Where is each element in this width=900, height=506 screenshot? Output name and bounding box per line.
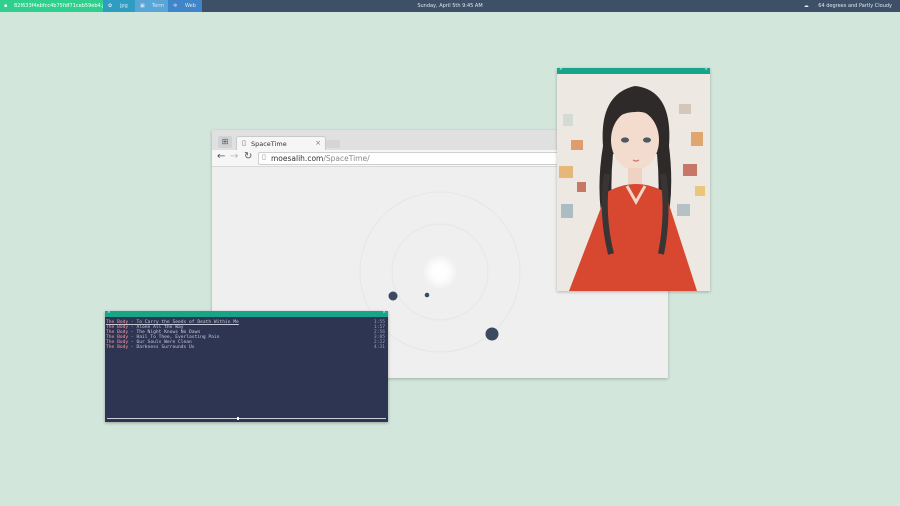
forward-arrow-icon[interactable]: →: [230, 151, 238, 162]
workspace-label: Web: [185, 3, 196, 9]
apps-grid-icon[interactable]: ⊞: [218, 136, 232, 148]
window-menu-icon[interactable]: ×: [559, 68, 563, 72]
tab-title: SpaceTime: [251, 140, 287, 148]
reload-icon[interactable]: ↻: [244, 151, 252, 162]
track-title: Darkness Surrounds Us: [136, 345, 195, 350]
clock: Sunday, April 5th 9:45 AM: [417, 3, 483, 9]
new-tab-button[interactable]: [326, 140, 340, 148]
planet: [485, 327, 499, 341]
back-arrow-icon[interactable]: ←: [217, 151, 225, 162]
top-panel: ▪ 82f633f4ebfcc4b75fdf71ceb59eb4.jpg ✿ j…: [0, 0, 900, 12]
anime-girl-illustration: [557, 74, 710, 291]
close-icon[interactable]: ×: [315, 139, 321, 147]
workspace-web[interactable]: ✲ Web: [168, 0, 202, 12]
url-text: moesalih.com/SpaceTime/: [271, 154, 370, 163]
page-icon: ▯: [262, 153, 266, 161]
track-duration: 4:31: [373, 345, 385, 350]
playback-progress-bar[interactable]: [107, 418, 386, 419]
window-filename: 82f633f4ebfcc4b75fdf71ceb59eb4.jpg: [14, 3, 111, 9]
workspace-jpg[interactable]: ✿ jpg: [103, 0, 135, 12]
workspace-label: jpg: [120, 3, 128, 9]
cloud-icon: ☁: [803, 3, 809, 9]
image-icon: ▪: [4, 3, 8, 9]
track-sep: -: [130, 345, 134, 350]
image-viewer-window: × ×: [557, 68, 710, 291]
url-path: /SpaceTime/: [323, 154, 370, 163]
weather-text: 64 degrees and Partly Cloudy: [818, 3, 892, 9]
page-icon: ▯: [242, 139, 246, 147]
gear-icon: ✿: [108, 3, 113, 9]
active-window-title[interactable]: ▪ 82f633f4ebfcc4b75fdf71ceb59eb4.jpg: [0, 0, 110, 12]
playlist-row[interactable]: The Body - Darkness Surrounds Us 4:31: [106, 345, 387, 350]
title-bar: × ×: [105, 310, 388, 317]
close-icon[interactable]: ×: [704, 68, 708, 72]
planet: [424, 292, 430, 298]
window-menu-icon[interactable]: ×: [107, 310, 111, 315]
terminal-window: × × The Body - To Carry the Seeds of Dea…: [105, 310, 388, 422]
track-artist: The Body: [106, 345, 129, 350]
close-icon[interactable]: ×: [382, 310, 386, 315]
workspace-term[interactable]: ▣ Term: [135, 0, 168, 12]
terminal-icon: ▣: [140, 3, 145, 9]
tab-spacetime[interactable]: ▯ SpaceTime ×: [236, 136, 326, 151]
web-icon: ✲: [173, 3, 178, 9]
playback-position-handle[interactable]: [237, 417, 240, 420]
weather-widget: ☁ 64 degrees and Partly Cloudy: [796, 0, 892, 12]
planet: [388, 291, 398, 301]
workspace-label: Term: [152, 3, 165, 9]
sun: [422, 254, 458, 290]
url-host: moesalih.com: [271, 154, 324, 163]
